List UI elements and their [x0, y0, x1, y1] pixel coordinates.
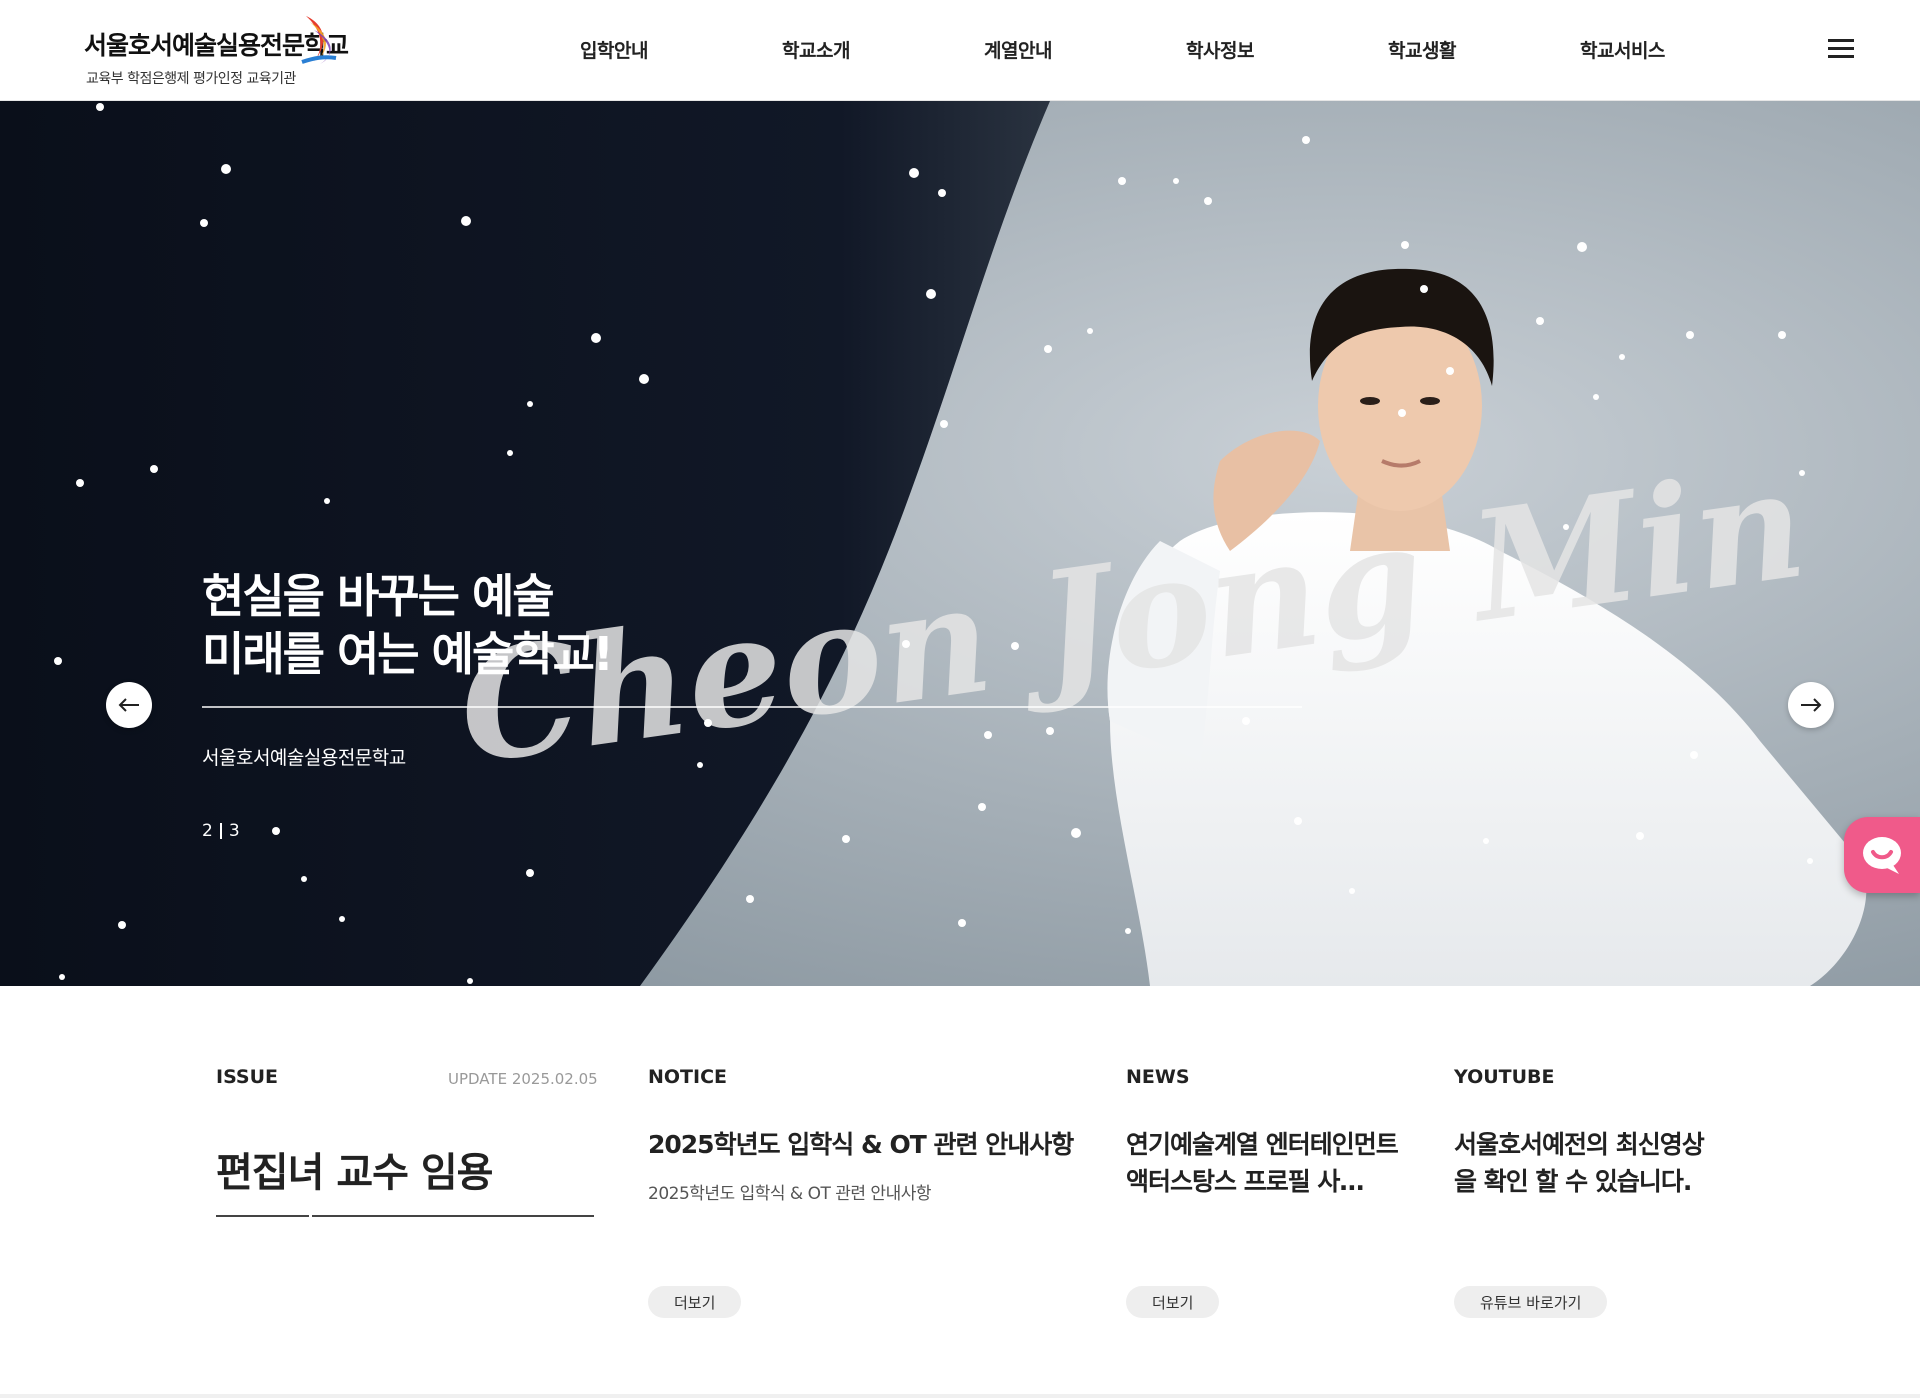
youtube-title[interactable]: 서울호서예전의 최신영상을 확인 할 수 있습니다. [1454, 1126, 1724, 1200]
arrow-right-icon [1801, 698, 1822, 712]
hero-slider: Cheon Jong Min 현실을 바꾸는 예술 미래를 여는 예술학교! 서… [0, 101, 1920, 986]
issue-title[interactable]: 편집녀 교수 임용 [216, 1140, 493, 1198]
notice-desc: 2025학년도 입학식 & OT 관련 안내사항 [648, 1184, 931, 1204]
news-column: NEWS 연기예술계열 엔터테인먼트 액터스탕스 프로필 사… [1126, 1066, 1411, 1200]
notice-title[interactable]: 2025학년도 입학식 & OT 관련 안내사항 [648, 1126, 1088, 1163]
nav-campus-life[interactable]: 학교생활 [1388, 36, 1456, 63]
arrow-left-icon [118, 698, 139, 712]
news-label: NEWS [1126, 1066, 1190, 1088]
issue-underline-gap [309, 1213, 312, 1219]
youtube-link-button[interactable]: 유튜브 바로가기 [1454, 1286, 1608, 1318]
news-title[interactable]: 연기예술계열 엔터테인먼트 액터스탕스 프로필 사… [1126, 1126, 1411, 1200]
hero-divider [202, 706, 1302, 708]
chat-bubble-icon [1863, 837, 1901, 874]
issue-underline [216, 1215, 594, 1217]
slide-next-button[interactable] [1788, 682, 1834, 728]
logo-mark-icon [301, 16, 337, 64]
youtube-column: YOUTUBE 서울호서예전의 최신영상을 확인 할 수 있습니다. [1454, 1066, 1724, 1200]
nav-admission[interactable]: 입학안내 [580, 36, 648, 63]
board-section: ISSUE UPDATE 2025.02.05 편집녀 교수 임용 NOTICE… [0, 986, 1920, 1398]
hero-subtitle: 서울호서예술실용전문학교 [202, 747, 406, 769]
site-header: 서울호서예술실용전문학교 교육부 학점은행제 평가인정 교육기관 입학안내 학교… [0, 0, 1920, 101]
nav-departments[interactable]: 계열안내 [984, 36, 1052, 63]
issue-column: ISSUE [216, 1066, 278, 1088]
slide-current: 2 [202, 821, 213, 841]
hero-background-image: Cheon Jong Min [0, 101, 1920, 986]
slide-total: 3 [228, 821, 240, 841]
hero-headline: 현실을 바꾸는 예술 미래를 여는 예술학교! [202, 569, 614, 681]
issue-label: ISSUE [216, 1066, 278, 1088]
youtube-label: YOUTUBE [1454, 1066, 1555, 1088]
notice-column: NOTICE 2025학년도 입학식 & OT 관련 안내사항 2025학년도 … [648, 1066, 1088, 1204]
nav-services[interactable]: 학교서비스 [1580, 36, 1665, 63]
slide-prev-button[interactable] [106, 682, 152, 728]
footer-divider [0, 1394, 1920, 1398]
pager-divider [219, 823, 222, 839]
chat-button[interactable] [1844, 817, 1920, 893]
nav-academics[interactable]: 학사정보 [1186, 36, 1254, 63]
notice-label: NOTICE [648, 1066, 728, 1088]
news-more-button[interactable]: 더보기 [1126, 1286, 1220, 1318]
issue-update-date: UPDATE 2025.02.05 [448, 1070, 598, 1088]
nav-about[interactable]: 학교소개 [782, 36, 850, 63]
school-logo[interactable]: 서울호서예술실용전문학교 교육부 학점은행제 평가인정 교육기관 [84, 12, 349, 92]
logo-subtitle: 교육부 학점은행제 평가인정 교육기관 [86, 71, 296, 87]
notice-more-button[interactable]: 더보기 [648, 1286, 742, 1318]
slide-pager: 2 3 [202, 821, 240, 841]
hamburger-menu-icon[interactable] [1824, 34, 1858, 64]
